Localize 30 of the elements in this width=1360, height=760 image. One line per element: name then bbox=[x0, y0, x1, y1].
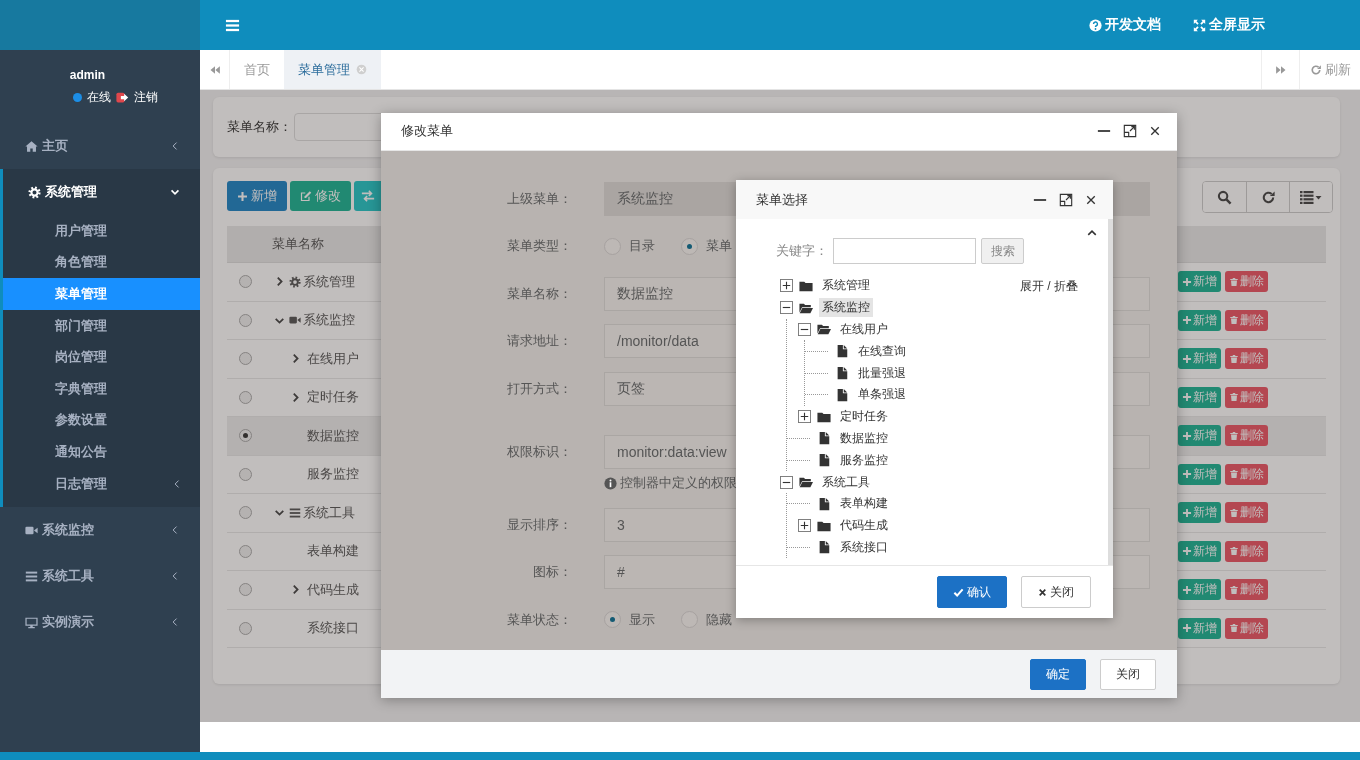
field-label: 上级菜单： bbox=[506, 189, 572, 208]
radio-label: 菜单 bbox=[706, 237, 732, 256]
table-cell: 系统管理 bbox=[303, 272, 355, 291]
dialog-title: 修改菜单 bbox=[401, 122, 454, 141]
radio-label: 目录 bbox=[629, 237, 655, 256]
field-label: 菜单类型： bbox=[506, 237, 572, 256]
field-label: 菜单名称： bbox=[506, 284, 572, 303]
table-cell: 定时任务 bbox=[307, 388, 359, 407]
table-cell: 代码生成 bbox=[307, 580, 359, 599]
field-label: 图标： bbox=[532, 563, 572, 582]
radio-label: 显示 bbox=[629, 610, 655, 629]
table-cell: 服务监控 bbox=[307, 465, 359, 484]
status-text: 在线 bbox=[86, 89, 111, 106]
field-label: 权限标识： bbox=[506, 442, 572, 461]
table-cell: 在线用户 bbox=[307, 349, 359, 368]
table-cell: 系统工具 bbox=[303, 503, 355, 522]
field-label: 请求地址： bbox=[506, 332, 572, 351]
field-label: 显示排序： bbox=[506, 515, 572, 534]
table-cell: 数据监控 bbox=[307, 426, 359, 445]
field-label: 打开方式： bbox=[506, 379, 572, 398]
user-name: admin bbox=[69, 68, 107, 82]
table-cell: 系统监控 bbox=[303, 311, 355, 330]
dialog-title: 菜单选择 bbox=[756, 190, 809, 209]
search-label: 菜单名称： bbox=[227, 118, 292, 136]
table-cell: 系统接口 bbox=[307, 619, 359, 638]
help-text: 控制器中定义的权限 bbox=[620, 474, 737, 492]
table-cell: 表单构建 bbox=[307, 542, 359, 561]
field-label: 菜单状态： bbox=[506, 610, 572, 629]
radio-label: 隐藏 bbox=[706, 610, 732, 629]
keyword-label: 关键字： bbox=[776, 242, 828, 260]
